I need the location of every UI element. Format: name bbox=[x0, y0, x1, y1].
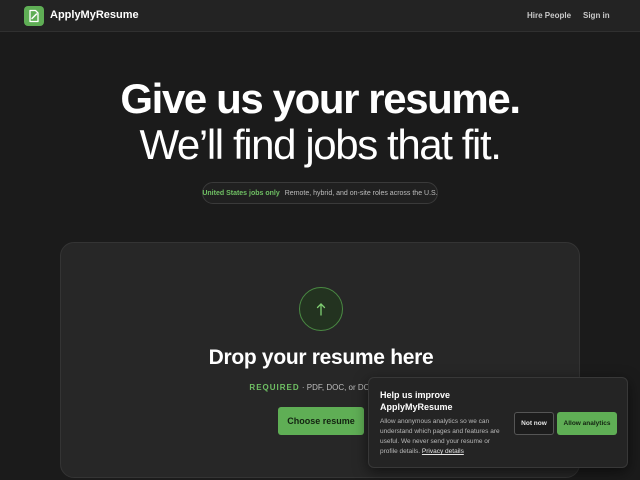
choose-resume-button[interactable]: Choose resume bbox=[278, 407, 364, 435]
location-badge: United States jobs only Remote, hybrid, … bbox=[202, 182, 438, 204]
upload-arrow-icon bbox=[316, 303, 326, 316]
privacy-details-link[interactable]: Privacy details bbox=[422, 448, 464, 455]
upload-icon-circle bbox=[299, 287, 343, 331]
brand-name[interactable]: ApplyMyResume bbox=[50, 9, 139, 21]
document-icon bbox=[29, 9, 39, 23]
location-badge-strong: United States jobs only bbox=[202, 189, 280, 197]
dropzone-title: Drop your resume here bbox=[208, 346, 434, 369]
consent-title: Help us improve ApplyMyResume bbox=[380, 390, 453, 412]
analytics-consent-dialog: Help us improve ApplyMyResume Allow anon… bbox=[368, 377, 628, 468]
top-navigation-bar: ApplyMyResume Hire People Sign in bbox=[0, 0, 640, 32]
logo[interactable] bbox=[24, 6, 44, 26]
consent-body: Allow anonymous analytics so we can unde… bbox=[380, 417, 506, 457]
nav-hire-people-link[interactable]: Hire People bbox=[527, 11, 571, 20]
nav-sign-in-link[interactable]: Sign in bbox=[583, 11, 610, 20]
hero-subheadline: We’ll find jobs that fit. bbox=[139, 121, 501, 168]
hero-headline: Give us your resume. bbox=[120, 75, 521, 122]
location-badge-text: Remote, hybrid, and on-site roles across… bbox=[284, 189, 438, 197]
required-tag: REQUIRED bbox=[249, 383, 300, 392]
not-now-button[interactable]: Not now bbox=[514, 412, 554, 435]
allow-analytics-button[interactable]: Allow analytics bbox=[557, 412, 617, 435]
